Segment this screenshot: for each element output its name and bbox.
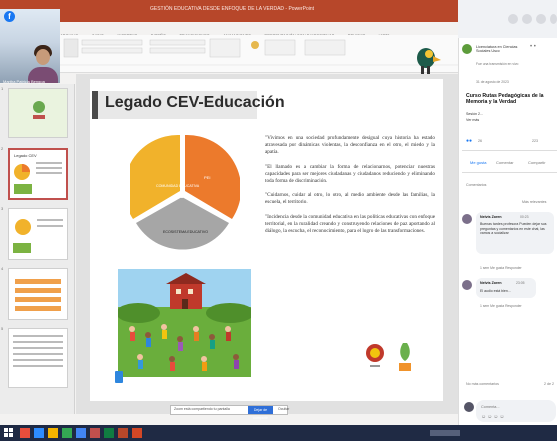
notifications-icon[interactable] [536, 14, 546, 24]
more-options-icon[interactable]: • • [530, 44, 536, 50]
post-date[interactable]: 31 de agosto de 2023 [476, 80, 509, 84]
thumb-number: 4 [1, 266, 4, 271]
stop-sharing-button[interactable]: Dejar de compartir [248, 406, 273, 420]
post-session: Sesión 2... [466, 112, 483, 116]
profile-icon[interactable] [550, 14, 557, 24]
comment-text: El audio está bien... [480, 289, 511, 293]
thumbnail-1[interactable] [8, 88, 68, 138]
screen: GESTIÓN EDUCATIVA DESDE ENFOQUE DE LA VE… [0, 0, 557, 441]
thumb-number: 5 [1, 326, 4, 331]
comment-placeholder: Comenta... [481, 405, 500, 409]
school-illustration [118, 269, 251, 377]
slide-thumbnails: 1 2 Legado CEV 3 4 5 [0, 84, 75, 414]
divider [462, 150, 557, 151]
window-title: GESTIÓN EDUCATIVA DESDE ENFOQUE DE LA VE… [150, 6, 315, 12]
divider [462, 172, 557, 173]
view-count: 223 [532, 139, 538, 143]
slide-badge-icon [115, 371, 123, 383]
pie-diagram: COMUNIDAD EDUCATIVA PEI ECOSISTEMA EDUCA… [130, 134, 240, 250]
title-accent [92, 91, 98, 119]
paragraph-4: "Incidencia desde la comunidad educativa… [265, 213, 435, 235]
comment-time[interactable]: 00:23 [520, 215, 529, 219]
thumbnail-3[interactable] [8, 208, 68, 260]
pie-label-right: PEI [204, 175, 210, 180]
pie-label-left: COMUNIDAD EDUCATIVA [156, 184, 200, 188]
ribbon-tabs: ARCHIVO INICIO INSERTAR DISEÑO TRANSICIO… [60, 24, 458, 38]
comment-author[interactable]: Nelvis Zoren [480, 281, 502, 285]
post-title: Curso Rutas Pedagógicas de la Memoria y … [466, 93, 544, 105]
windows-start-icon[interactable] [4, 428, 14, 438]
paragraph-1: "Vivimos en una sociedad profundamente d… [265, 135, 435, 156]
menu-icon[interactable] [508, 14, 518, 24]
slide-body-text: "Vivimos en una sociedad profundamente d… [265, 135, 435, 242]
facebook-icon: f [4, 11, 15, 22]
comment-button[interactable]: Comentar [496, 160, 514, 165]
pie-label-bottom: ECOSISTEMA EDUCATIVO [163, 230, 208, 234]
comment-tools-icons[interactable]: ☺☺☺☺ [481, 414, 505, 420]
comment-count: 2 de 2 [544, 382, 554, 386]
hide-share-button[interactable]: Ocultar [278, 407, 289, 411]
commenter-avatar[interactable] [462, 280, 472, 290]
taskbar-app-icon[interactable] [90, 428, 100, 438]
taskbar-excel-icon[interactable] [104, 428, 114, 438]
messenger-icon[interactable] [522, 14, 532, 24]
slide-title: Legado CEV-Educación [105, 94, 285, 111]
thumbnail-2-selected[interactable]: Legado CEV [8, 148, 68, 200]
mascot-logo-icon [417, 48, 441, 74]
paragraph-3: "Cuidarnos, cuidar al otro, lo otro, al … [265, 192, 435, 206]
no-more-comments: No más comentarios [466, 382, 499, 386]
comment-text: Buenas tardes profesora Pueden dejar sus… [480, 222, 547, 236]
institution-logos [366, 343, 411, 371]
thumb-number: 3 [1, 206, 4, 211]
svg-text:Legado CEV: Legado CEV [14, 153, 37, 158]
slide: Legado CEV-Educación COMUNIDAD EDUCATIVA… [90, 79, 443, 401]
title-bar: GESTIÓN EDUCATIVA DESDE ENFOQUE DE LA VE… [0, 0, 458, 22]
system-tray[interactable] [430, 430, 460, 436]
commenter-avatar[interactable] [462, 214, 472, 224]
taskbar-app-icon[interactable] [20, 428, 30, 438]
participant-face [36, 49, 50, 65]
paragraph-2: "El llamado es a cambiar la forma de rel… [265, 163, 435, 185]
taskbar-folder-icon[interactable] [48, 428, 58, 438]
thumb-number: 1 [1, 86, 4, 91]
comment-author[interactable]: Nelvis Zoren [480, 215, 502, 219]
taskbar-word-icon[interactable] [76, 428, 86, 438]
page-name[interactable]: Licenciatura en Ciencias Sociales Uscc [476, 45, 526, 53]
comment-actions[interactable]: 1 sem Me gusta Responder [480, 304, 522, 308]
thumb-number: 2 [1, 146, 4, 151]
reaction-count[interactable]: 26 [478, 139, 482, 143]
live-note: Fue una transmisión en vivo [476, 62, 519, 66]
share-status-text: Zoom está compartiendo tu pantalla [174, 407, 230, 411]
ribbon-controls[interactable] [60, 35, 458, 73]
comment-actions[interactable]: 1 sem Me gusta Responder [480, 266, 522, 270]
comment-time[interactable]: 23:05 [516, 281, 525, 285]
thumbnail-5[interactable] [8, 328, 68, 388]
comments-label: Comentarios [466, 183, 487, 187]
taskbar-chrome-icon[interactable] [62, 428, 72, 438]
taskbar-powerpoint-icon[interactable] [118, 428, 128, 438]
like-button[interactable]: Me gusta [470, 160, 486, 165]
taskbar-app-icon[interactable] [132, 428, 142, 438]
my-avatar [464, 402, 474, 412]
sort-dropdown[interactable]: Más relevantes [522, 200, 546, 204]
thumbnail-4[interactable] [8, 268, 68, 320]
share-button[interactable]: Compartir [528, 160, 546, 165]
ribbon [60, 35, 458, 73]
taskbar-zoom-icon[interactable] [34, 428, 44, 438]
page-avatar[interactable] [462, 44, 472, 54]
see-more-link[interactable]: Ver más [466, 118, 479, 122]
reactions-icon: ●● [466, 138, 473, 144]
